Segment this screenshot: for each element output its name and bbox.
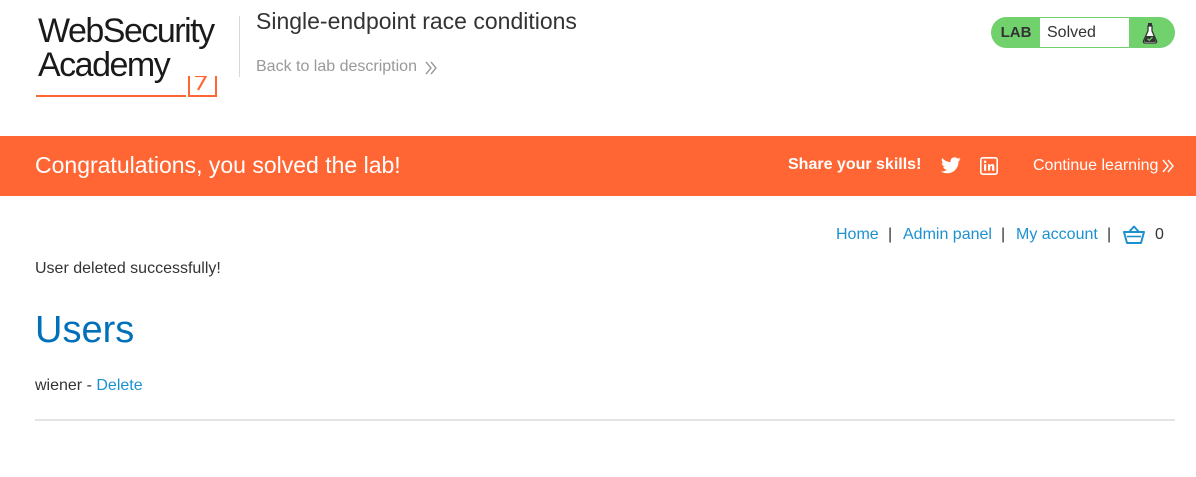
lab-status-badge: LAB Solved [991,17,1175,48]
share-skills-label: Share your skills! [788,156,922,173]
double-chevron-right-icon [425,61,437,74]
page-title: Users [35,309,135,351]
delete-user-link[interactable]: Delete [96,377,142,394]
lab-state-text: Solved [1040,18,1129,47]
divider [35,419,1175,421]
nav-separator: | [888,226,893,243]
lab-title: Single-endpoint race conditions [256,8,577,34]
username: wiener [35,377,83,394]
lab-label: LAB [1000,24,1032,41]
user-list-item: wiener - Delete [35,377,143,395]
nav-separator: | [1107,226,1112,243]
continue-learning-label: Continue learning [1033,157,1159,174]
nav-admin-panel-link[interactable]: Admin panel [903,226,992,244]
page-header: WebSecurity Academy Single-endpoint race… [0,0,1196,136]
twitter-icon[interactable] [940,157,961,179]
continue-learning-link[interactable]: Continue learning [1033,157,1175,175]
user-separator: - [82,377,97,394]
logo-underline-icon [36,76,217,97]
nav-my-account-link[interactable]: My account [1016,226,1098,244]
back-link-label: Back to lab description [256,58,417,75]
nav-home-link[interactable]: Home [836,226,879,244]
logo-text-line1: WebSecurity [38,12,215,50]
status-message: User deleted successfully! [35,260,221,277]
back-to-lab-description-link[interactable]: Back to lab description [256,58,437,76]
nav-separator: | [1001,226,1006,243]
linkedin-icon[interactable] [980,157,998,180]
flask-icon [1131,17,1175,48]
cart-count: 0 [1155,226,1164,243]
congratulations-message: Congratulations, you solved the lab! [35,152,401,178]
solved-banner: Congratulations, you solved the lab! Sha… [0,136,1196,196]
logo-divider [239,16,240,77]
web-security-academy-logo[interactable]: WebSecurity Academy [36,12,240,97]
top-nav: Home | Admin panel | My account | 0 [0,225,1196,246]
cart-icon[interactable] [1123,225,1145,250]
double-chevron-right-icon [1162,159,1175,173]
